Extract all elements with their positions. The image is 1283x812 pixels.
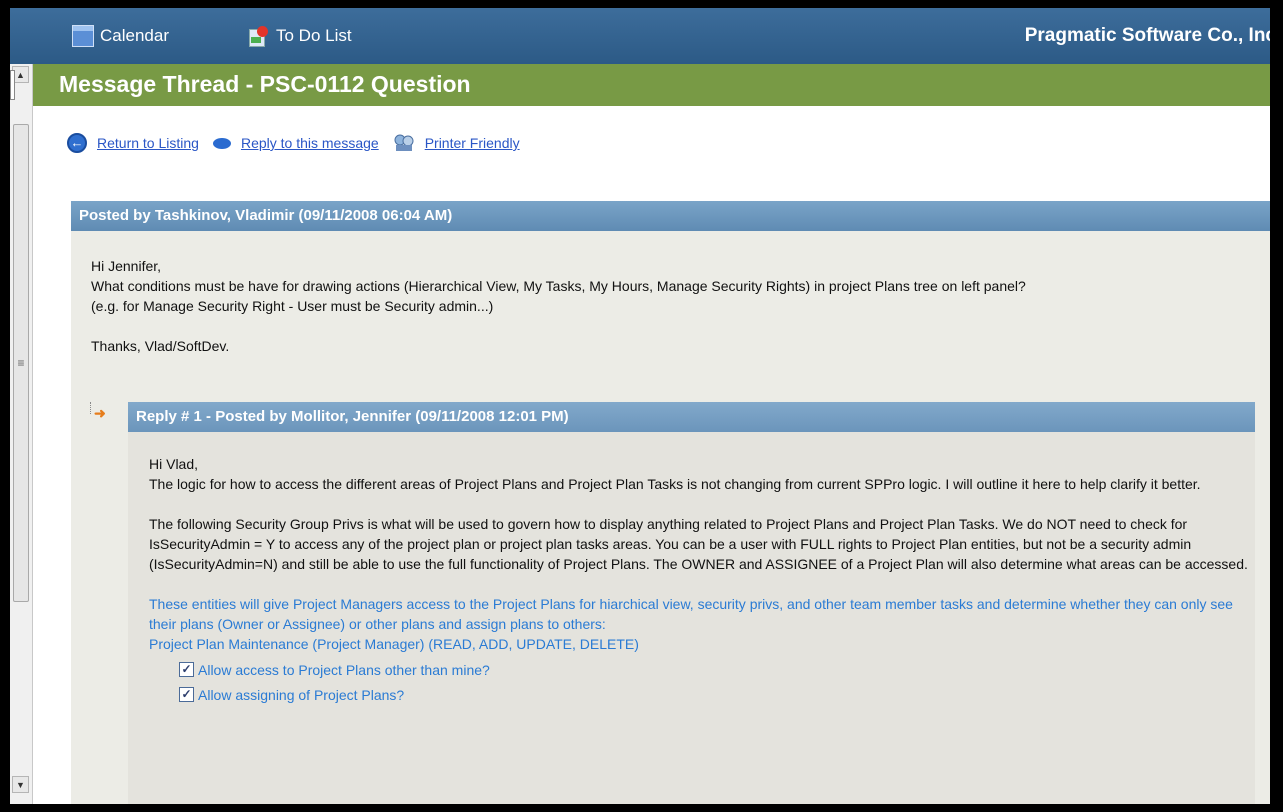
post-text: Hi Jennifer, What conditions must be hav… — [91, 256, 1261, 356]
todo-list-icon — [248, 25, 270, 47]
action-links: ← Return to Listing Reply to this messag… — [67, 133, 534, 153]
checkbox-access-other-plans[interactable]: ✓ — [179, 662, 194, 677]
scroll-down-button[interactable]: ▼ — [12, 776, 29, 793]
post-signoff: Thanks, Vlad/SoftDev. — [91, 338, 230, 354]
reply-paragraph-1: The logic for how to access the differen… — [149, 476, 1201, 492]
todo-list-link[interactable]: To Do List — [248, 8, 352, 64]
post-greeting: Hi Jennifer, — [91, 258, 162, 274]
checkbox-label: Allow assigning of Project Plans? — [198, 686, 405, 703]
company-name: Pragmatic Software Co., Inc — [1024, 25, 1270, 46]
reply-body: Hi Vlad, The logic for how to access the… — [128, 432, 1255, 804]
scrollbar-thumb[interactable]: ≡ — [13, 124, 29, 602]
reply-header-text: Reply # 1 - Posted by Mollitor, Jennifer… — [136, 408, 569, 425]
top-navigation-bar: Calendar To Do List Pragmatic Software C… — [10, 8, 1270, 64]
checkbox-assign-plans[interactable]: ✓ — [179, 687, 194, 702]
return-to-listing-link[interactable]: Return to Listing — [97, 135, 199, 151]
reply-greeting: Hi Vlad, — [149, 456, 199, 472]
calendar-icon — [72, 25, 94, 47]
reply-paragraph-2: The following Security Group Privs is wh… — [149, 516, 1248, 572]
post-header: Posted by Tashkinov, Vladimir (09/11/200… — [71, 201, 1270, 231]
post-line-1: What conditions must be have for drawing… — [91, 278, 1026, 294]
reply-link[interactable]: Reply to this message — [241, 135, 379, 151]
reply-maintenance-line: Project Plan Maintenance (Project Manage… — [149, 636, 639, 652]
post-header-text: Posted by Tashkinov, Vladimir (09/11/200… — [79, 207, 453, 224]
post-line-2: (e.g. for Manage Security Right - User m… — [91, 298, 494, 314]
reply-arrow-icon: ➜ — [90, 402, 106, 422]
reply-bubble-icon[interactable] — [212, 137, 231, 149]
page-title: Message Thread - PSC-0112 Question — [59, 71, 471, 97]
reply-entities-paragraph: These entities will give Project Manager… — [149, 596, 1233, 632]
calendar-link[interactable]: Calendar — [72, 8, 169, 64]
title-bar: Message Thread - PSC-0112 Question — [33, 64, 1270, 106]
main-content: Message Thread - PSC-0112 Question ← Ret… — [33, 64, 1270, 804]
printer-friendly-link[interactable]: Printer Friendly — [425, 135, 520, 151]
reply-text: Hi Vlad, The logic for how to access the… — [149, 454, 1249, 707]
checkbox-row: ✓ Allow assigning of Project Plans? — [179, 682, 1249, 707]
reply-header: Reply # 1 - Posted by Mollitor, Jennifer… — [128, 402, 1255, 432]
todo-list-label: To Do List — [276, 26, 352, 45]
checkbox-label: Allow access to Project Plans other than… — [198, 661, 490, 678]
return-arrow-icon[interactable]: ← — [67, 133, 87, 153]
calendar-label: Calendar — [100, 26, 169, 45]
printer-icon[interactable] — [393, 133, 415, 153]
left-edge-marker — [10, 70, 15, 100]
vertical-scrollbar[interactable]: ▲ ≡ ▼ — [10, 64, 33, 804]
checkbox-row: ✓ Allow access to Project Plans other th… — [179, 657, 1249, 682]
browser-frame: Calendar To Do List Pragmatic Software C… — [10, 8, 1270, 804]
